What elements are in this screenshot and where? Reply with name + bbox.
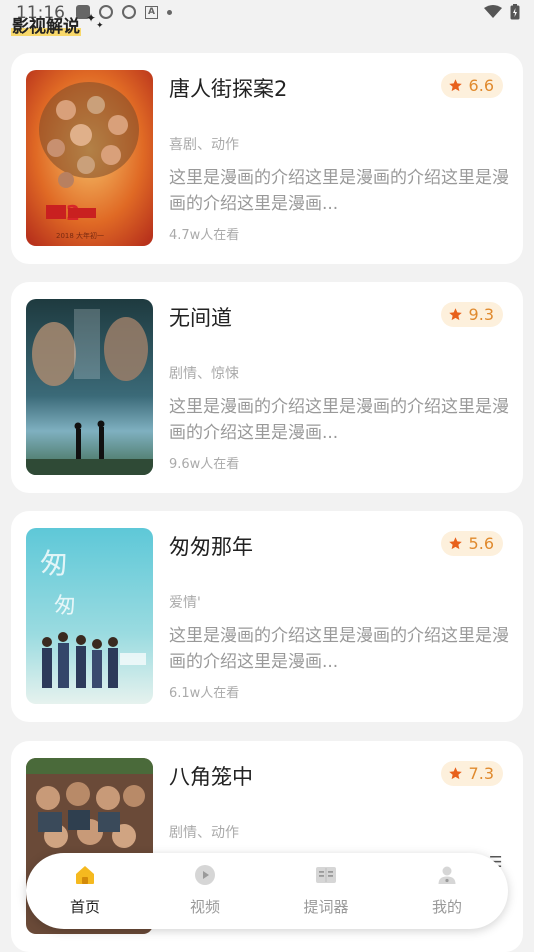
movie-poster[interactable]: 匆 匆 bbox=[26, 528, 153, 704]
nav-item-home[interactable]: 首页 bbox=[40, 863, 130, 917]
movie-title[interactable]: 匆匆那年 bbox=[169, 531, 253, 561]
page-title: 影视解说 bbox=[11, 16, 81, 38]
nav-label-video: 视频 bbox=[189, 898, 220, 916]
a-icon: A bbox=[145, 5, 158, 19]
star-icon bbox=[448, 767, 462, 780]
svg-text:2018 大年初一: 2018 大年初一 bbox=[56, 231, 104, 240]
movie-genre: 剧情、惊悚 bbox=[169, 366, 239, 382]
movie-title[interactable]: 八角笼中 bbox=[169, 761, 253, 791]
star-icon bbox=[448, 79, 462, 92]
movie-card[interactable]: 无间道 9.3 剧情、惊悚 这里是漫画的介绍这里是漫画的介绍这里是漫画的介绍这里… bbox=[11, 282, 523, 493]
nav-label-teleprompter: 提词器 bbox=[303, 898, 349, 916]
sparkle-icon: ✦ bbox=[86, 11, 97, 25]
rating-badge: 6.6 bbox=[440, 73, 503, 98]
svg-text:匆: 匆 bbox=[40, 547, 68, 580]
play-icon bbox=[195, 865, 215, 885]
star-icon bbox=[448, 537, 462, 550]
nav-label-profile: 我的 bbox=[431, 898, 462, 916]
nav-item-profile[interactable]: 我的 bbox=[402, 863, 492, 917]
sync-icon-2 bbox=[122, 5, 136, 19]
rating-badge: 5.6 bbox=[440, 531, 503, 556]
movie-poster[interactable]: 2 2018 大年初一 bbox=[26, 70, 153, 246]
user-icon bbox=[438, 866, 456, 884]
bottom-nav: 首页 视频 提词器 我的 bbox=[26, 853, 508, 929]
sync-icon bbox=[99, 5, 113, 19]
battery-icon bbox=[510, 4, 520, 20]
nav-item-teleprompter[interactable]: 提词器 bbox=[281, 863, 371, 917]
movie-genre: 剧情、动作 bbox=[169, 825, 239, 841]
movie-description: 这里是漫画的介绍这里是漫画的介绍这里是漫画的介绍这里是漫画... bbox=[169, 168, 509, 214]
star-icon bbox=[448, 308, 462, 321]
movie-title[interactable]: 无间道 bbox=[169, 302, 232, 332]
nav-label-home: 首页 bbox=[69, 898, 100, 916]
svg-text:匆: 匆 bbox=[54, 594, 76, 619]
view-count: 9.6w人在看 bbox=[169, 457, 240, 472]
rating-badge: 9.3 bbox=[440, 302, 503, 327]
view-count: 6.1w人在看 bbox=[169, 686, 240, 701]
view-count: 4.7w人在看 bbox=[169, 228, 240, 243]
nav-item-video[interactable]: 视频 bbox=[160, 863, 250, 917]
rating-badge: 7.3 bbox=[440, 761, 503, 786]
movie-genre: 爱情' bbox=[169, 595, 201, 611]
sparkle-small-icon: ✦ bbox=[96, 21, 104, 31]
dot-icon bbox=[167, 9, 172, 15]
movie-description: 这里是漫画的介绍这里是漫画的介绍这里是漫画的介绍这里是漫画... bbox=[169, 397, 509, 443]
movie-genre: 喜剧、动作 bbox=[169, 137, 239, 153]
home-icon bbox=[76, 866, 94, 884]
rating-value: 7.3 bbox=[468, 764, 494, 783]
movie-card[interactable]: 匆 匆 匆匆那年 5.6 爱情' 这里是漫画的介绍这里是漫画的介绍这里是漫画的介… bbox=[11, 511, 523, 722]
book-icon bbox=[316, 867, 336, 883]
movie-card[interactable]: 2 2018 大年初一 唐人街探案2 6.6 喜剧、动作 这里是漫画的介绍这里是… bbox=[11, 53, 523, 264]
rating-value: 9.3 bbox=[468, 305, 494, 324]
wifi-icon bbox=[484, 5, 502, 18]
movie-title[interactable]: 唐人街探案2 bbox=[169, 73, 287, 103]
status-right bbox=[484, 4, 520, 20]
movie-description: 这里是漫画的介绍这里是漫画的介绍这里是漫画的介绍这里是漫画... bbox=[169, 626, 509, 672]
rating-value: 6.6 bbox=[468, 76, 494, 95]
rating-value: 5.6 bbox=[468, 534, 494, 553]
movie-poster[interactable] bbox=[26, 299, 153, 475]
